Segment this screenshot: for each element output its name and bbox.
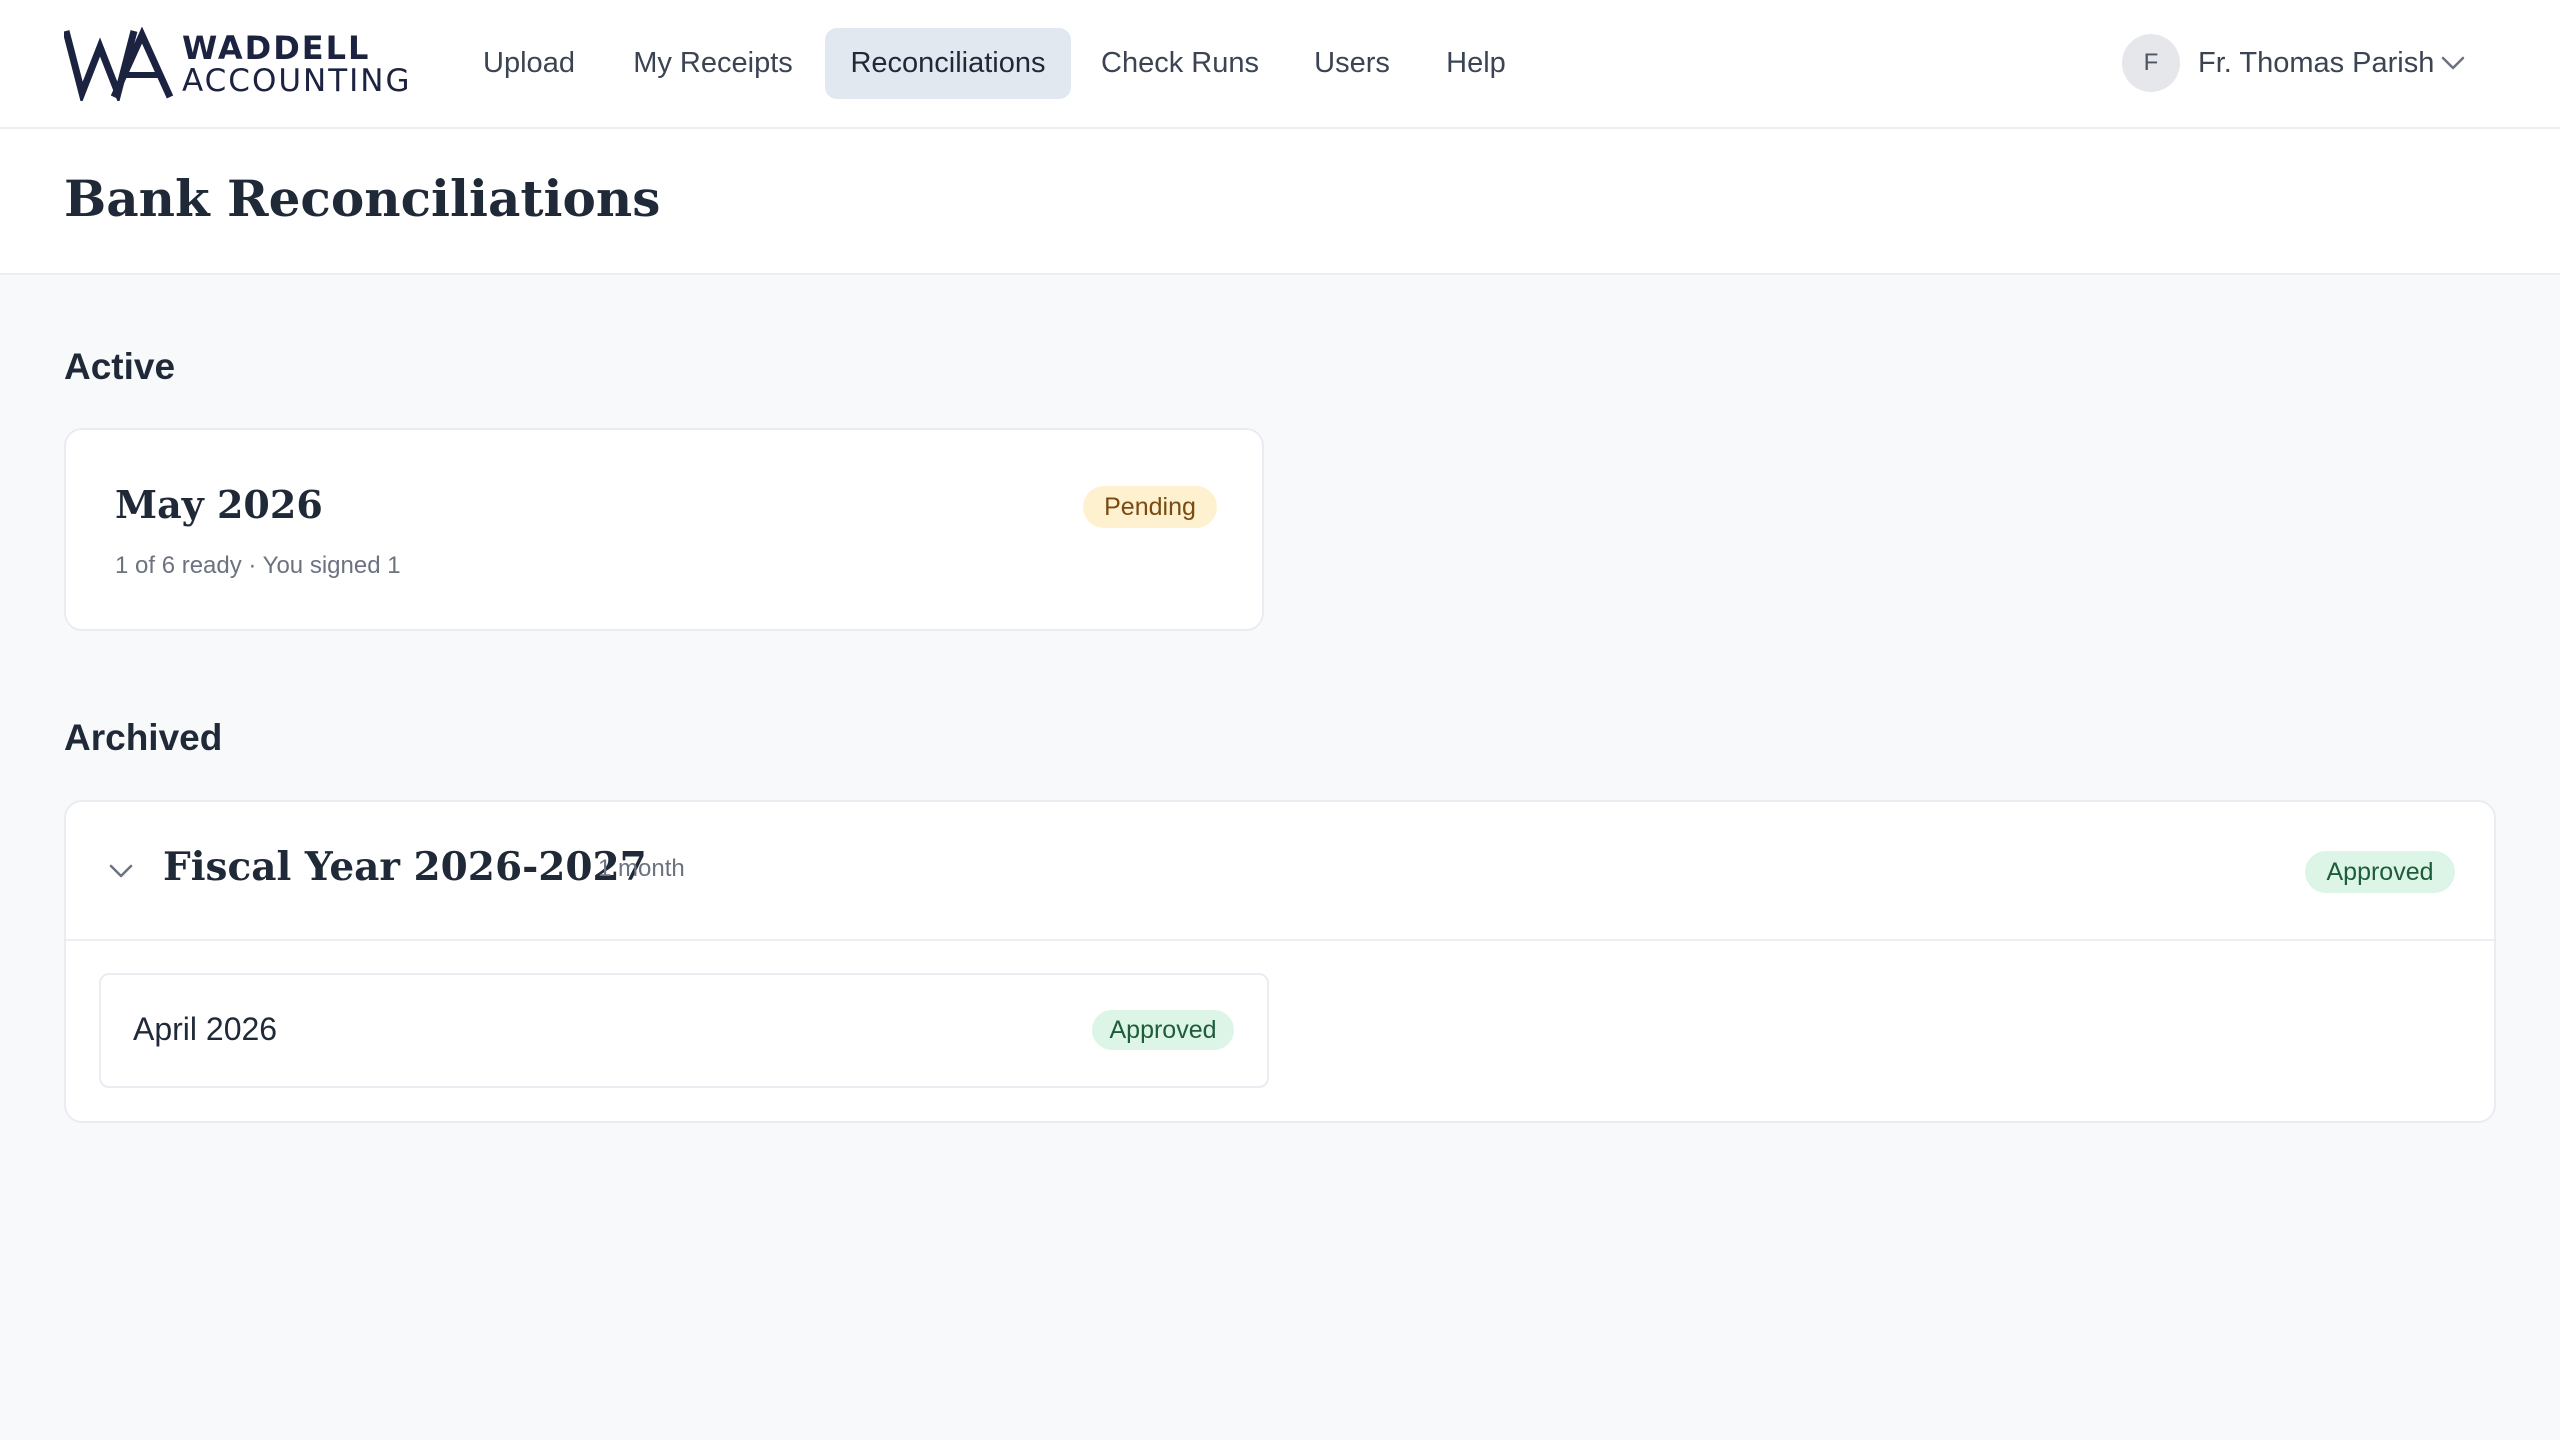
nav-check-runs[interactable]: Check Runs [1090, 28, 1270, 99]
status-badge: Approved [1092, 1010, 1234, 1050]
active-reconciliation-card[interactable]: May 2026 Pending 1 of 6 ready · You sign… [64, 428, 1264, 631]
divider [66, 939, 2494, 941]
user-name: Fr. Thomas Parish [2198, 47, 2435, 79]
status-badge: Pending [1083, 486, 1217, 528]
page-title: Bank Reconciliations [64, 169, 661, 228]
nav-help[interactable]: Help [1432, 28, 1520, 99]
fiscal-year-title: Fiscal Year 2026-2027 [163, 844, 647, 890]
fiscal-year-group: Fiscal Year 2026-2027 1 month Approved A… [64, 800, 2496, 1123]
avatar: F [2122, 34, 2180, 92]
brand-name-line1: WADDELL [182, 29, 371, 67]
nav-reconciliations[interactable]: Reconciliations [825, 28, 1071, 99]
nav-upload[interactable]: Upload [459, 28, 599, 99]
fiscal-year-month-count: 1 month [598, 855, 685, 882]
page-header: Bank Reconciliations [0, 129, 2560, 275]
archived-section-heading: Archived [64, 717, 223, 758]
nav-users[interactable]: Users [1299, 28, 1405, 99]
active-section-heading: Active [64, 346, 176, 387]
status-badge: Approved [2305, 851, 2455, 893]
nav-my-receipts[interactable]: My Receipts [618, 28, 808, 99]
archived-month-card[interactable]: April 2026 Approved [99, 973, 1269, 1088]
user-menu[interactable]: F Fr. Thomas Parish [2122, 34, 2472, 92]
brand-logo[interactable]: WADDELL ACCOUNTING [64, 27, 410, 101]
chevron-down-icon [2441, 56, 2465, 70]
reconciliation-summary: 1 of 6 ready · You signed 1 [115, 552, 401, 579]
brand-wordmark: WADDELL ACCOUNTING [182, 32, 412, 98]
reconciliation-month-title: May 2026 [115, 482, 323, 527]
top-navigation-bar: WADDELL ACCOUNTING Upload My Receipts Re… [0, 0, 2560, 129]
brand-name-line2: ACCOUNTING [182, 63, 412, 99]
chevron-down-icon[interactable] [108, 860, 134, 882]
fiscal-year-header[interactable]: Fiscal Year 2026-2027 1 month Approved [66, 802, 2494, 939]
archived-month-title: April 2026 [133, 1011, 278, 1047]
brand-monogram-icon [64, 27, 174, 101]
